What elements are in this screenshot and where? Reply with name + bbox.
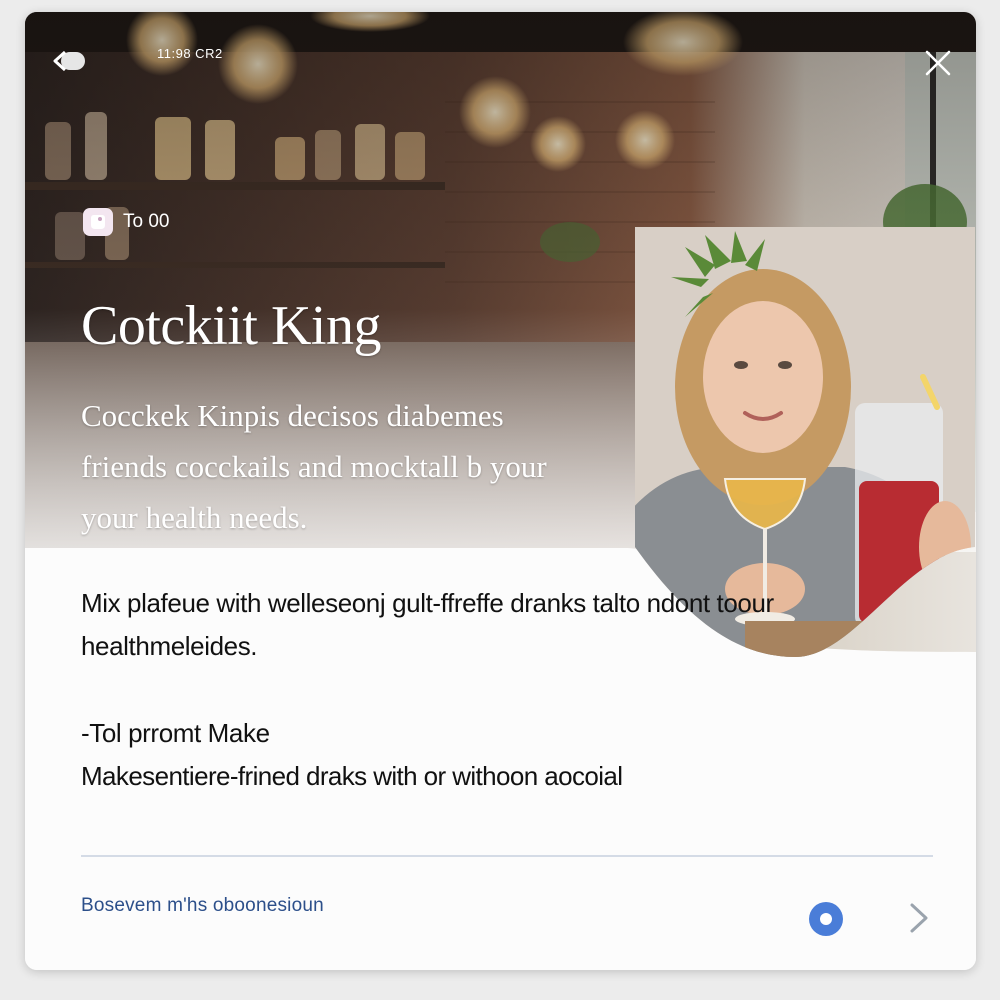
close-icon (925, 50, 951, 76)
status-time: 11:98 CR2 (157, 46, 223, 61)
hero-subtitle: Cocckek Kinpis decisos diabemes friends … (81, 398, 547, 535)
next-button[interactable] (901, 898, 937, 938)
category-badge: To 00 (83, 208, 169, 236)
content-body: Mix plafeue with welleseonj gult-ffreffe… (81, 582, 781, 798)
radio-dot (820, 913, 832, 925)
page-title: Cotckiit King (81, 295, 381, 357)
prompt-heading: -Tol prromt Make (81, 718, 270, 748)
badge-label: To 00 (123, 211, 170, 232)
onboarding-card: 11:98 CR2 To 00 Cotckiit King Cocckek Ki… (25, 12, 976, 970)
tag-icon (83, 208, 113, 236)
radio-selected-icon[interactable] (809, 902, 843, 936)
divider (81, 855, 933, 857)
back-button[interactable] (49, 46, 89, 76)
description-text: Mix plafeue with welleseonj gult-ffreffe… (81, 588, 774, 661)
close-button[interactable] (921, 46, 955, 80)
footer-link[interactable]: Bosevem m'hs oboonesioun (81, 895, 324, 917)
prompt-body: Makesentiere-frined draks with or withoo… (81, 761, 623, 791)
chevron-right-icon (910, 903, 928, 933)
back-arrow-icon (53, 50, 85, 72)
